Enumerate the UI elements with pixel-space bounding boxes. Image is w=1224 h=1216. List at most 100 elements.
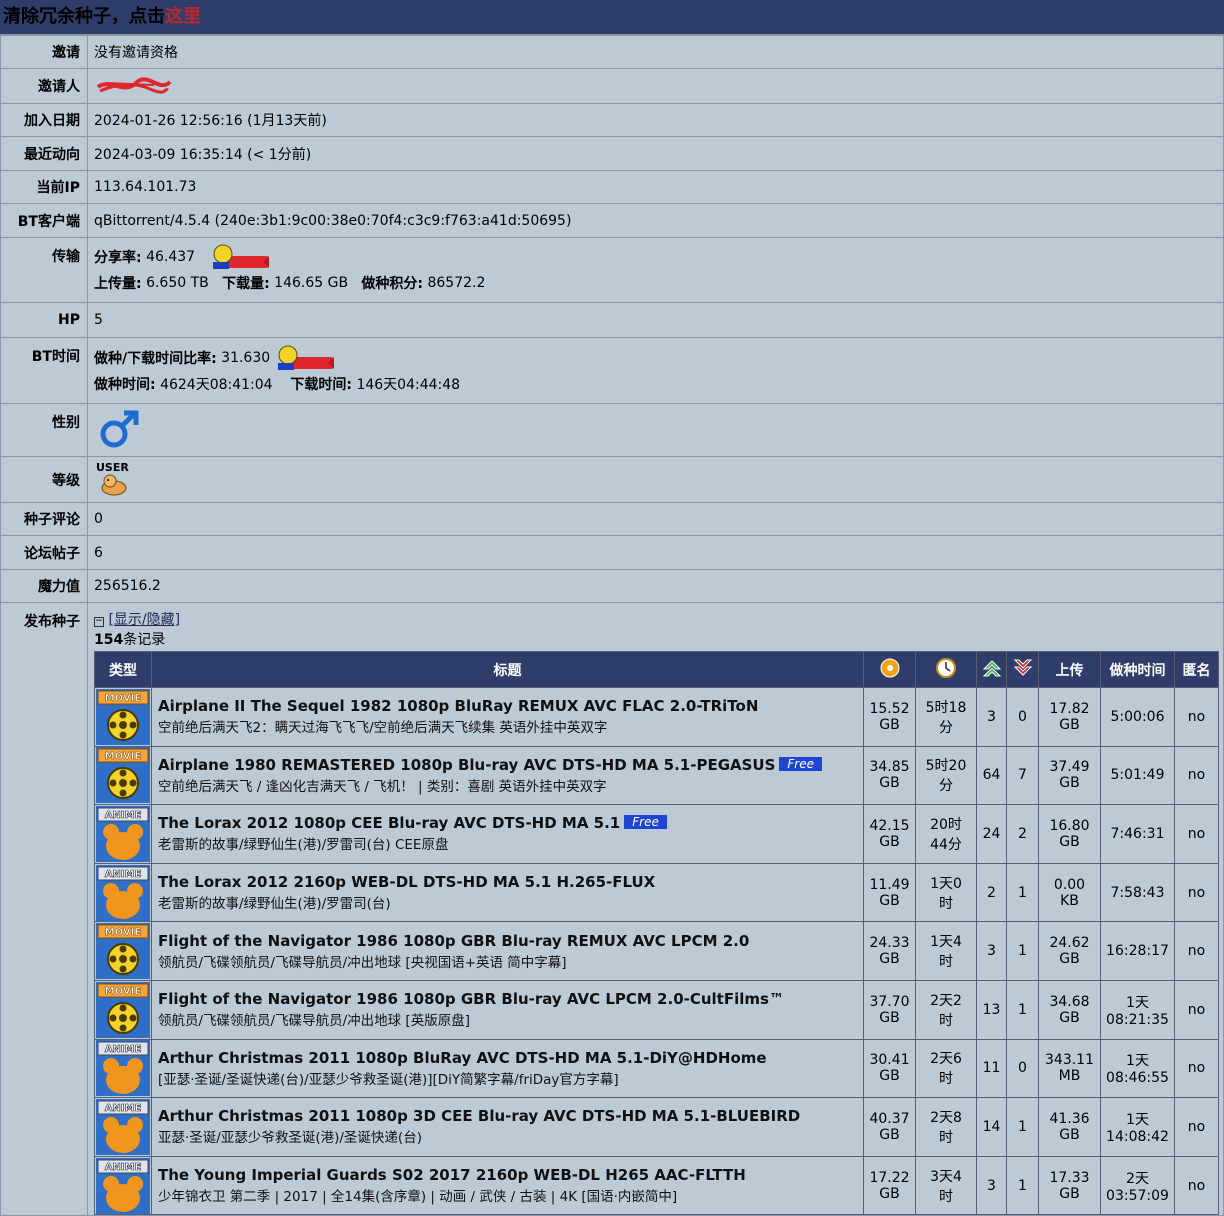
torrent-title-link[interactable]: Arthur Christmas 2011 1080p BluRay AVC D… [158,1049,767,1067]
seeders-cell[interactable]: 3 [976,687,1007,747]
seeders-cell[interactable]: 2 [976,862,1007,923]
level-class: USER [96,461,129,474]
category-cell: ANIME [94,1155,152,1216]
seeders-cell[interactable]: 24 [976,804,1007,864]
seed-time-value: 4624天08:41:04 [160,376,273,393]
header-anon[interactable]: 匿名 [1174,651,1219,688]
header-title[interactable]: 标题 [151,651,864,688]
anime-category-icon[interactable]: ANIME [96,1157,150,1214]
uploaded-unit: GB [1059,1009,1080,1026]
seedtime-cell: 1天 08:21:35 [1100,979,1175,1040]
value-current-ip: 113.64.101.73 [87,170,1224,204]
anime-category-icon[interactable]: ANIME [96,864,150,921]
leechers-cell[interactable]: 0 [1006,1038,1039,1099]
row-transfer: 传输 分享率: 46.437 上传量: 6.650 TB 下载量: 146.65… [0,237,1224,303]
collapse-icon[interactable]: − [94,617,104,627]
download-label: 下载量: [222,276,270,292]
seeders-cell[interactable]: 11 [976,1038,1007,1099]
movie-category-icon[interactable]: MOVIE [96,688,150,745]
value-join-date: 2024-01-26 12:56:16 (1月13天前) [87,103,1224,137]
size-value: 15.52 [869,700,910,717]
leechers-cell[interactable]: 1 [1006,979,1039,1040]
size-cell: 40.37 GB [863,1097,916,1157]
header-upload[interactable]: 上传 [1038,651,1101,688]
time-cell: 2天2 时 [915,979,977,1040]
torrent-subtitle: 亚瑟·圣诞/亚瑟少爷救圣诞(港)/圣诞快递(台) [158,1130,422,1147]
seeders-cell[interactable]: 13 [976,979,1007,1040]
seedtime-cell: 5:00:06 [1100,687,1175,747]
torrent-subtitle: 领航员/飞碟领航员/飞碟导航员/冲出地球 [英版原盘] [158,1013,470,1030]
header-seeders[interactable] [976,651,1007,688]
seeders-cell[interactable]: 64 [976,745,1007,806]
header-leechers[interactable] [1006,651,1039,688]
value-last-active: 2024-03-09 16:35:14 (< 1分前) [87,136,1224,171]
time-cell: 3天4 时 [915,1155,977,1216]
time-cell: 20时 44分 [915,804,977,864]
uploaded-cell: 24.62 GB [1038,921,1101,981]
torrent-title-link[interactable]: Arthur Christmas 2011 1080p 3D CEE Blu-r… [158,1107,800,1125]
seeders-cell[interactable]: 3 [976,1155,1007,1216]
leechers-cell[interactable]: 1 [1006,1155,1039,1216]
torrent-subtitle: 老雷斯的故事/绿野仙生(港)/罗雷司(台) CEE原盘 [158,837,449,854]
time-cell: 1天4 时 [915,921,977,981]
uploaded-value: 17.33 [1049,1169,1090,1186]
header-type[interactable]: 类型 [94,651,152,688]
row-level: 等级 USER [0,456,1224,503]
seedtime-value: 5:00:06 [1110,708,1165,725]
ratio-superman-icon [213,244,270,269]
header-seedtime[interactable]: 做种时间 [1100,651,1175,688]
anime-category-icon[interactable]: ANIME [96,805,150,862]
svg-text:MOVIE: MOVIE [105,927,142,938]
torrent-title-link[interactable]: Flight of the Navigator 1986 1080p GBR B… [158,990,784,1008]
anime-category-icon[interactable]: ANIME [96,1098,150,1155]
leechers-cell[interactable]: 7 [1006,745,1039,806]
size-cell: 34.85 GB [863,745,916,806]
upload-value: 6.650 TB [146,275,209,291]
header-size[interactable] [863,651,916,688]
header-time[interactable] [915,651,977,688]
download-value: 146.65 GB [274,275,349,291]
leechers-cell[interactable]: 1 [1006,862,1039,923]
torrent-title-link[interactable]: Airplane 1980 REMASTERED 1080p Blu-ray A… [158,756,775,774]
seedtime-value: 16:28:17 [1106,943,1169,960]
size-cell: 24.33 GB [863,921,916,981]
seeders-cell[interactable]: 3 [976,921,1007,981]
leechers-cell[interactable]: 1 [1006,1097,1039,1157]
size-unit: GB [879,892,900,909]
label-uploads: 发布种子 [0,601,88,1216]
time-cell: 1天0 时 [915,862,977,923]
free-badge: Free [779,756,823,771]
torrent-title-link[interactable]: The Lorax 2012 2160p WEB-DL DTS-HD MA 5.… [158,873,655,891]
torrent-title-link[interactable]: Flight of the Navigator 1986 1080p GBR B… [158,932,749,950]
torrent-title-link[interactable]: The Lorax 2012 1080p CEE Blu-ray AVC DTS… [158,814,620,832]
movie-category-icon[interactable]: MOVIE [96,923,150,980]
anime-category-icon[interactable]: ANIME [96,1040,150,1097]
free-badge: Free [624,815,667,830]
label-bt-time: BT时间 [0,337,88,404]
uploaded-value: 343.11 [1045,1052,1094,1069]
size-unit: GB [879,1068,900,1085]
seedtime-extra: 03:57:09 [1106,1187,1169,1204]
torrent-title-link[interactable]: The Young Imperial Guards S02 2017 2160p… [158,1166,746,1184]
movie-category-icon[interactable]: MOVIE [96,981,150,1038]
row-last-active: 最近动向 2024-03-09 16:35:14 (< 1分前) [0,136,1224,171]
label-join-date: 加入日期 [0,103,88,137]
time-unit: 时 [939,954,953,971]
leechers-cell[interactable]: 1 [1006,921,1039,981]
dl-time-label: 下载时间: [290,376,352,393]
torrent-row: ANIME The Lorax 2012 2160p WEB-DL DTS-HD… [94,862,1219,923]
leechers-cell[interactable]: 2 [1006,804,1039,864]
seeders-cell[interactable]: 14 [976,1097,1007,1157]
torrent-title-link[interactable]: Airplane II The Sequel 1982 1080p BluRay… [158,697,758,715]
label-gender: 性别 [0,403,88,457]
seedtime-extra: 08:46:55 [1106,1070,1169,1087]
toggle-link[interactable]: [显示/隐藏] [108,612,180,628]
leechers-cell[interactable]: 0 [1006,687,1039,747]
movie-category-icon[interactable]: MOVIE [96,747,150,804]
size-unit: GB [879,833,900,850]
category-cell: MOVIE [94,979,152,1040]
value-comments: 0 [87,502,1224,536]
baby-class-icon [101,474,127,496]
svg-text:ANIME: ANIME [105,869,142,880]
banner-link[interactable]: 这里 [165,6,201,27]
